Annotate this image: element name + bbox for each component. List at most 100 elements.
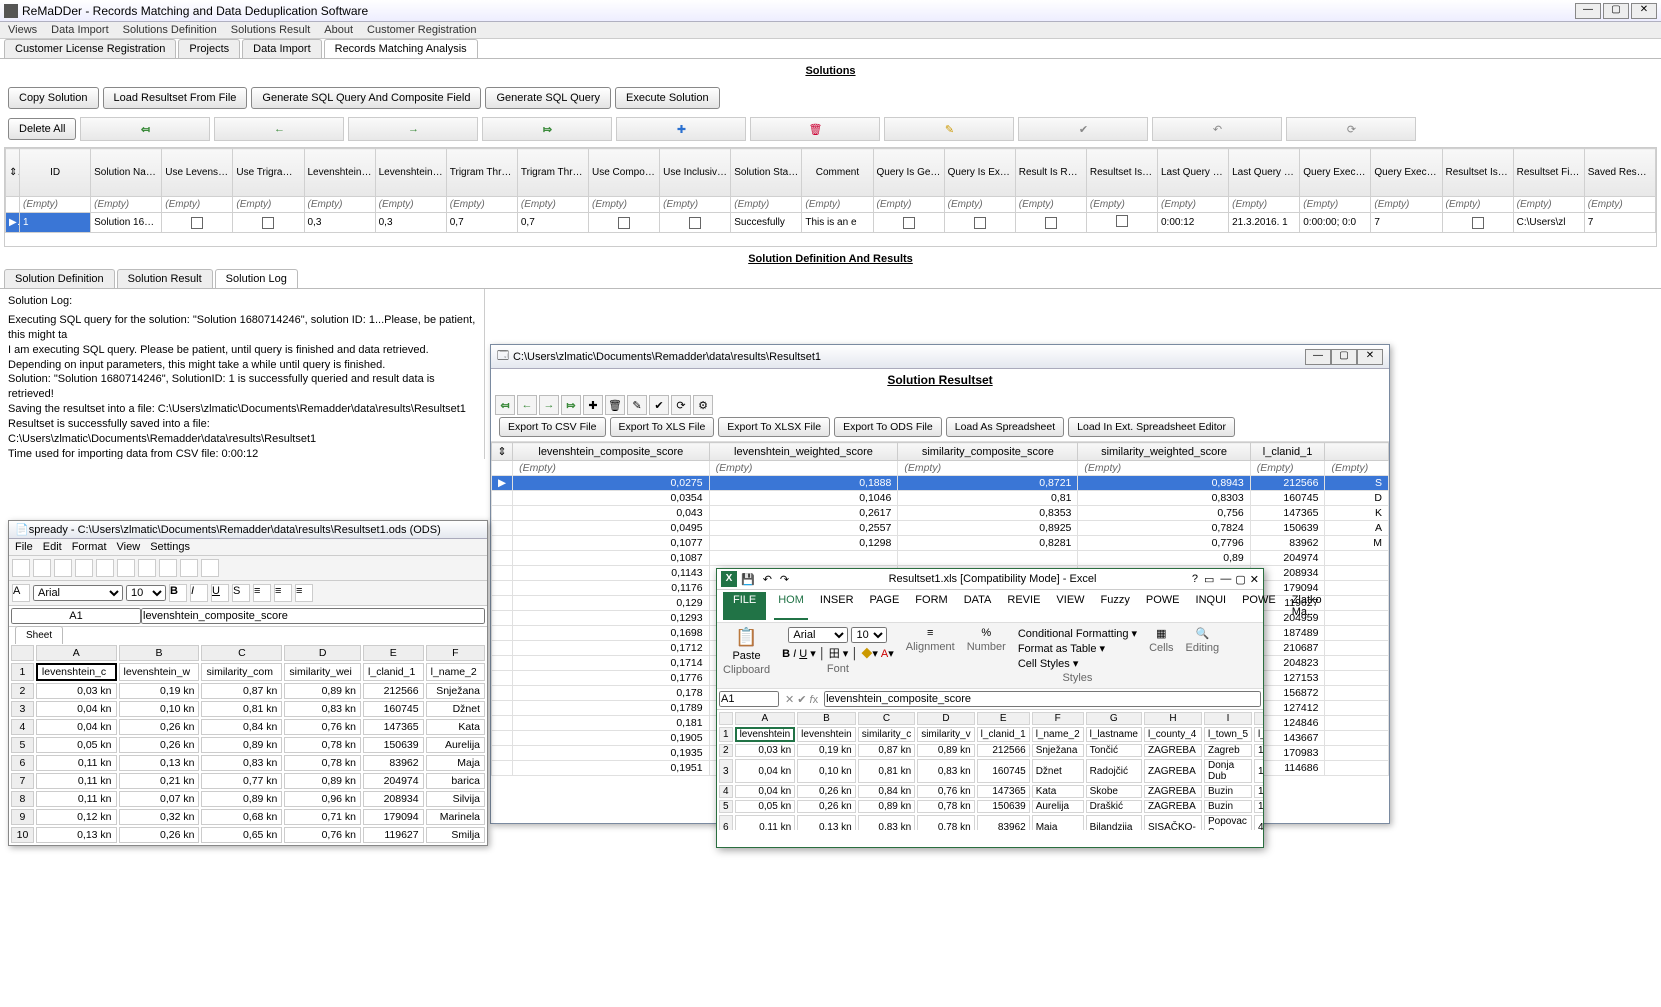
tab-data-import[interactable]: Data Import	[242, 39, 321, 58]
excel-tab-data[interactable]: DATA	[960, 592, 996, 620]
excel-grid[interactable]: ABCDEFGHIJ1levenshteinlevenshteinsimilar…	[717, 710, 1263, 830]
qat-undo-icon[interactable]: ↶	[763, 573, 772, 586]
copy-solution-button[interactable]: Copy Solution	[8, 87, 99, 109]
rs-nav-next-icon[interactable]: →	[539, 395, 559, 415]
execute-solution-button[interactable]: Execute Solution	[615, 87, 720, 109]
tab-customer-license-registration[interactable]: Customer License Registration	[4, 39, 176, 58]
tab-solution-result[interactable]: Solution Result	[117, 269, 213, 288]
open-icon[interactable]	[33, 559, 51, 577]
nav-delete-icon[interactable]: 🗑	[750, 117, 880, 141]
excel-max-icon[interactable]: ▢	[1235, 573, 1245, 586]
menu-data-import[interactable]: Data Import	[51, 24, 108, 36]
font-select[interactable]: Arial	[33, 585, 123, 601]
nav-next-icon[interactable]: →	[348, 117, 478, 141]
size-select[interactable]: 10	[126, 585, 166, 601]
nav-edit-icon[interactable]: ✎	[884, 117, 1014, 141]
strike-icon[interactable]: S	[232, 584, 250, 602]
resultset-maximize[interactable]: ▢	[1331, 349, 1357, 365]
gen-sql-button[interactable]: Generate SQL Query	[485, 87, 611, 109]
spready-grid[interactable]: ABCDEF1levenshtein_clevenshtein_wsimilar…	[9, 643, 487, 845]
rs-nav-last-icon[interactable]: ⤇	[561, 395, 581, 415]
load-resultset-button[interactable]: Load Resultset From File	[103, 87, 248, 109]
spready-menu-settings[interactable]: Settings	[150, 541, 190, 553]
tab-records-matching-analysis[interactable]: Records Matching Analysis	[324, 39, 478, 58]
resultset-minimize[interactable]: —	[1305, 349, 1331, 365]
export-to-ods-file-button[interactable]: Export To ODS File	[834, 417, 942, 437]
undo-icon[interactable]	[180, 559, 198, 577]
excel-tab-view[interactable]: VIEW	[1052, 592, 1088, 620]
nav-confirm-icon[interactable]: ✔	[1018, 117, 1148, 141]
rs-del-icon[interactable]: 🗑	[605, 395, 625, 415]
excel-tab-fuzzy[interactable]: Fuzzy	[1097, 592, 1134, 620]
nav-prev-icon[interactable]: ←	[214, 117, 344, 141]
copy-icon[interactable]	[117, 559, 135, 577]
rs-refresh-icon[interactable]: ⟳	[671, 395, 691, 415]
excel-ribbon-opts-icon[interactable]: ▭	[1204, 573, 1214, 586]
excel-tab-powe[interactable]: POWE	[1238, 592, 1280, 620]
export-to-xlsx-file-button[interactable]: Export To XLSX File	[718, 417, 830, 437]
menu-views[interactable]: Views	[8, 24, 37, 36]
load-as-spreadsheet-button[interactable]: Load As Spreadsheet	[946, 417, 1064, 437]
edit-icon[interactable]	[75, 559, 93, 577]
cell-ref-input[interactable]	[11, 608, 141, 624]
delete-all-button[interactable]: Delete All	[8, 118, 76, 140]
tab-solution-log[interactable]: Solution Log	[215, 269, 298, 288]
nav-cancel-icon[interactable]: ↶	[1152, 117, 1282, 141]
rs-settings-icon[interactable]: ⚙	[693, 395, 713, 415]
nav-add-icon[interactable]: ✚	[616, 117, 746, 141]
excel-tab-file[interactable]: FILE	[723, 592, 766, 620]
menu-solutions-definition[interactable]: Solutions Definition	[123, 24, 217, 36]
new-icon[interactable]	[12, 559, 30, 577]
qat-save-icon[interactable]: 💾	[741, 573, 755, 586]
qat-redo-icon[interactable]: ↷	[780, 573, 789, 586]
spready-menu-view[interactable]: View	[117, 541, 141, 553]
excel-tab-zlatko ma...[interactable]: Zlatko Ma...	[1288, 592, 1326, 620]
gen-sql-composite-button[interactable]: Generate SQL Query And Composite Field	[251, 87, 481, 109]
load-in-ext.-spreadsheet-editor-button[interactable]: Load In Ext. Spreadsheet Editor	[1068, 417, 1235, 437]
menu-solutions-result[interactable]: Solutions Result	[231, 24, 311, 36]
tab-projects[interactable]: Projects	[178, 39, 240, 58]
excel-cellref[interactable]	[719, 691, 779, 707]
resultset-close[interactable]: ✕	[1357, 349, 1383, 365]
underline-icon[interactable]: U	[211, 584, 229, 602]
maximize-button[interactable]: ▢	[1603, 3, 1629, 19]
excel-tab-revie[interactable]: REVIE	[1003, 592, 1044, 620]
rs-nav-prev-icon[interactable]: ←	[517, 395, 537, 415]
excel-tab-page[interactable]: PAGE	[866, 592, 904, 620]
spready-menu-edit[interactable]: Edit	[43, 541, 62, 553]
nav-last-icon[interactable]: ⤇	[482, 117, 612, 141]
export-to-xls-file-button[interactable]: Export To XLS File	[610, 417, 715, 437]
align-center-icon[interactable]: ≡	[274, 584, 292, 602]
paste-icon[interactable]: 📋	[735, 627, 757, 648]
excel-min-icon[interactable]: —	[1220, 573, 1231, 585]
spready-menu-format[interactable]: Format	[72, 541, 107, 553]
save-icon[interactable]	[54, 559, 72, 577]
export-to-csv-file-button[interactable]: Export To CSV File	[499, 417, 606, 437]
excel-tab-powe[interactable]: POWE	[1142, 592, 1184, 620]
excel-close-icon[interactable]: ✕	[1250, 573, 1259, 586]
excel-tab-form[interactable]: FORM	[911, 592, 951, 620]
menu-customer-registration[interactable]: Customer Registration	[367, 24, 476, 36]
align-left-icon[interactable]: ≡	[253, 584, 271, 602]
rs-add-icon[interactable]: ✚	[583, 395, 603, 415]
menu-about[interactable]: About	[324, 24, 353, 36]
italic-icon[interactable]: I	[190, 584, 208, 602]
print-icon[interactable]	[159, 559, 177, 577]
nav-refresh-icon[interactable]: ⟳	[1286, 117, 1416, 141]
close-button[interactable]: ✕	[1631, 3, 1657, 19]
cell-value-input[interactable]	[141, 608, 485, 624]
excel-formula-input[interactable]	[824, 691, 1261, 707]
excel-tab-inser[interactable]: INSER	[816, 592, 858, 620]
nav-first-icon[interactable]: ⤆	[80, 117, 210, 141]
excel-help-icon[interactable]: ?	[1192, 573, 1198, 585]
excel-font-select[interactable]: Arial	[788, 627, 848, 643]
excel-size-select[interactable]: 10	[851, 627, 887, 643]
excel-tab-inqui[interactable]: INQUI	[1192, 592, 1231, 620]
bold-icon[interactable]: B	[169, 584, 187, 602]
tab-solution-definition[interactable]: Solution Definition	[4, 269, 115, 288]
redo-icon[interactable]	[201, 559, 219, 577]
excel-tab-hom[interactable]: HOM	[774, 592, 808, 620]
paste-icon[interactable]	[138, 559, 156, 577]
cut-icon[interactable]	[96, 559, 114, 577]
sheet-tab[interactable]: Sheet	[15, 626, 63, 644]
